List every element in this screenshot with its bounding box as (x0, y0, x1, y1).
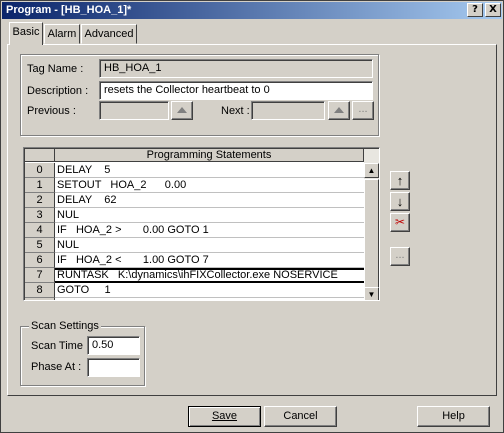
arrow-up-icon (334, 107, 344, 113)
help-button[interactable]: Help (417, 406, 490, 427)
next-button[interactable] (328, 101, 350, 120)
next-label: Next : (221, 105, 250, 117)
arrow-up-icon: ↑ (396, 173, 404, 188)
tag-name-field: HB_HOA_1 (99, 59, 373, 78)
table-row[interactable]: 2 DELAY 62 (25, 193, 364, 208)
move-up-button[interactable]: ↑ (390, 171, 410, 190)
statement-cell[interactable]: NUL (55, 298, 364, 300)
row-number[interactable]: 8 (25, 283, 55, 298)
statement-cell[interactable]: GOTO 1 (55, 283, 364, 298)
previous-button[interactable] (171, 101, 193, 120)
table-row[interactable]: 0 DELAY 5 (25, 163, 364, 178)
table-row[interactable]: 5 NUL (25, 238, 364, 253)
title-bar: Program - [HB_HOA_1]* (2, 2, 502, 19)
program-dialog: Program - [HB_HOA_1]* ? X Basic Alarm Ad… (0, 0, 504, 433)
row-number[interactable]: 1 (25, 178, 55, 193)
window-title: Program - [HB_HOA_1]* (6, 4, 132, 16)
row-number[interactable]: 7 (25, 268, 55, 283)
statement-cell[interactable]: IF HOA_2 < 1.00 GOTO 7 (55, 253, 364, 268)
statement-cell[interactable]: RUNTASK K:\dynamics\ihFIXCollector.exe N… (55, 268, 364, 283)
next-field (251, 101, 325, 120)
arrow-down-icon: ↓ (396, 194, 404, 209)
tab-alarm[interactable]: Alarm (44, 24, 80, 44)
programming-statements-header: Programming Statements (55, 149, 364, 162)
scissors-icon: ✂ (394, 215, 406, 229)
scan-time-label: Scan Time : (31, 340, 90, 352)
row-number[interactable]: 0 (25, 163, 55, 178)
statement-cell[interactable]: NUL (55, 208, 364, 223)
close-button[interactable]: X (485, 3, 501, 17)
table-row[interactable]: 8 GOTO 1 (25, 283, 364, 298)
save-label: Save (211, 410, 238, 422)
statement-cell[interactable]: NUL (55, 238, 364, 253)
statement-cell[interactable]: SETOUT HOA_2 0.00 (55, 178, 364, 193)
row-number[interactable]: 6 (25, 253, 55, 268)
vertical-scrollbar[interactable]: ▲ ▼ (364, 149, 379, 300)
tab-advanced[interactable]: Advanced (81, 24, 137, 44)
save-button[interactable]: Save (188, 406, 261, 427)
programming-statements-grid[interactable]: Programming Statements 0 DELAY 5 1 SETOUT H… (23, 147, 380, 301)
scroll-up-button[interactable]: ▲ (364, 163, 379, 178)
description-field[interactable]: resets the Collector heartbeat to 0 (99, 81, 373, 100)
table-row[interactable]: 4 IF HOA_2 > 0.00 GOTO 1 (25, 223, 364, 238)
scroll-down-button[interactable]: ▼ (364, 287, 379, 300)
table-row[interactable]: 9NUL (25, 298, 364, 300)
delete-statement-button[interactable]: ✂ (390, 213, 410, 232)
move-down-button[interactable]: ↓ (390, 192, 410, 211)
phase-at-field[interactable] (87, 358, 140, 377)
table-row[interactable]: 7 RUNTASK K:\dynamics\ihFIXCollector.exe … (25, 268, 364, 283)
cancel-button[interactable]: Cancel (264, 406, 337, 427)
scroll-thumb[interactable] (364, 179, 379, 289)
statement-cell[interactable]: DELAY 62 (55, 193, 364, 208)
scan-settings-group (20, 326, 145, 386)
row-number[interactable]: 2 (25, 193, 55, 208)
scan-time-field[interactable]: 0.50 (87, 336, 140, 355)
statement-options-button[interactable]: ... (390, 247, 410, 266)
row-number[interactable]: 5 (25, 238, 55, 253)
browse-button[interactable]: ... (352, 101, 374, 120)
description-label: Description : (27, 85, 89, 97)
phase-at-label: Phase At : (31, 361, 82, 373)
table-row[interactable]: 6 IF HOA_2 < 1.00 GOTO 7 (25, 253, 364, 268)
grid-corner-header (25, 149, 55, 162)
row-number[interactable]: 9 (25, 298, 55, 300)
scan-settings-label: Scan Settings (29, 320, 101, 332)
previous-label: Previous : (27, 105, 76, 117)
help-title-button[interactable]: ? (467, 3, 483, 17)
table-row[interactable]: 1 SETOUT HOA_2 0.00 (25, 178, 364, 193)
row-number[interactable]: 4 (25, 223, 55, 238)
table-row[interactable]: 3 NUL (25, 208, 364, 223)
arrow-up-icon (177, 107, 187, 113)
statement-cell[interactable]: DELAY 5 (55, 163, 364, 178)
row-number[interactable]: 3 (25, 208, 55, 223)
tag-name-label: Tag Name : (27, 63, 84, 75)
tab-basic[interactable]: Basic (9, 22, 43, 45)
statement-cell[interactable]: IF HOA_2 > 0.00 GOTO 1 (55, 223, 364, 238)
previous-field (99, 101, 169, 120)
